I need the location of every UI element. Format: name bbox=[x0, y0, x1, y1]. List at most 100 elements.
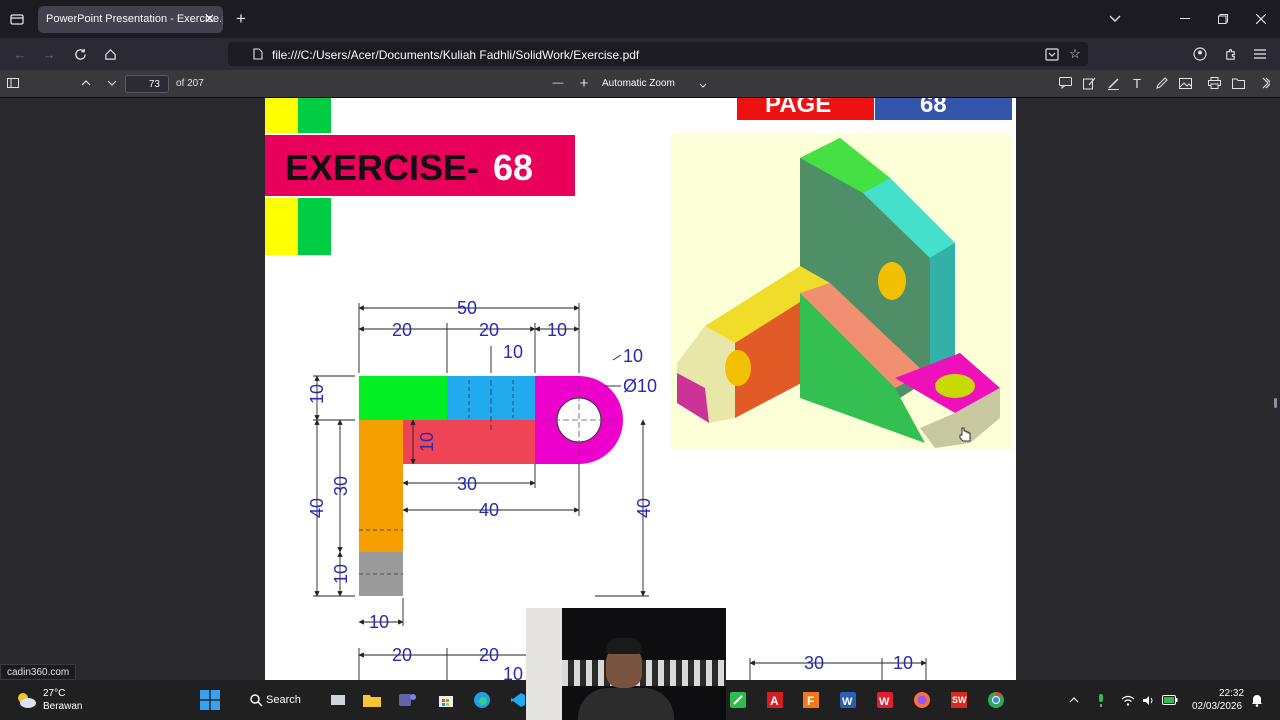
new-tab-button[interactable]: + bbox=[232, 9, 250, 28]
page-tag-label: PAGE bbox=[765, 98, 831, 118]
home-icon[interactable] bbox=[101, 45, 119, 63]
previous-page-icon[interactable] bbox=[78, 75, 94, 91]
reload-icon[interactable] bbox=[71, 45, 89, 63]
battery-icon[interactable] bbox=[1161, 692, 1179, 708]
extensions-icon[interactable] bbox=[1221, 45, 1239, 63]
page-number-input[interactable]: 73 bbox=[125, 75, 169, 93]
text-tool-icon[interactable]: T bbox=[1129, 75, 1145, 91]
scrollbar-thumb[interactable] bbox=[1274, 398, 1277, 408]
next-page-icon[interactable] bbox=[104, 75, 120, 91]
page-icon bbox=[252, 47, 264, 61]
search-icon[interactable] bbox=[248, 692, 264, 708]
exercise-word: EXERCISE- bbox=[285, 147, 479, 188]
draw-icon[interactable] bbox=[1153, 75, 1169, 91]
pdf-viewer[interactable]: EXERCISE- 68 PAGE 68 50 20 20 10 10 10 Ø… bbox=[0, 98, 1280, 680]
edge-icon[interactable] bbox=[472, 690, 492, 710]
clock-date[interactable]: 02/03/2026 bbox=[1192, 701, 1242, 712]
weather-temperature: 27°C bbox=[43, 688, 66, 699]
pdf-toolbar: 73 of 207 — + Automatic Zoom T bbox=[0, 70, 1280, 98]
edit-form-icon[interactable] bbox=[1081, 75, 1097, 91]
zoom-value: Automatic Zoom bbox=[602, 78, 675, 89]
maximize-button[interactable] bbox=[1214, 10, 1232, 28]
zoom-select[interactable]: Automatic Zoom bbox=[596, 75, 714, 93]
isometric-view bbox=[671, 133, 1011, 450]
tab-title: PowerPoint Presentation - Exercise.pdf bbox=[46, 13, 223, 25]
tab-active[interactable]: PowerPoint Presentation - Exercise.pdf ✕ bbox=[38, 6, 223, 33]
volume-icon[interactable] bbox=[1140, 692, 1156, 708]
chevron-up-icon[interactable] bbox=[1066, 692, 1082, 708]
wifi-icon[interactable] bbox=[1120, 692, 1136, 708]
green-block bbox=[298, 198, 331, 255]
account-icon[interactable] bbox=[1191, 45, 1209, 63]
store-icon[interactable] bbox=[436, 690, 456, 710]
wps-icon[interactable]: W bbox=[875, 690, 895, 710]
pdf-page: EXERCISE- 68 PAGE 68 50 20 20 10 10 10 Ø… bbox=[265, 98, 1016, 680]
dim-10-bottom-2: 10 bbox=[503, 664, 523, 680]
file-explorer-icon[interactable] bbox=[362, 690, 382, 710]
comment-icon[interactable] bbox=[1057, 75, 1073, 91]
svg-text:SW: SW bbox=[952, 695, 967, 705]
vscode-icon[interactable] bbox=[508, 690, 528, 710]
chevron-down-icon bbox=[698, 81, 708, 89]
task-view-icon[interactable] bbox=[328, 690, 348, 710]
zoom-out-button[interactable]: — bbox=[550, 75, 566, 91]
autocad-icon[interactable]: A bbox=[765, 690, 785, 710]
bookmark-star-icon[interactable]: ☆ bbox=[1066, 45, 1084, 63]
microphone-icon[interactable] bbox=[1093, 692, 1109, 708]
dim-dia10: Ø10 bbox=[623, 376, 657, 396]
dim-10-slot: 10 bbox=[503, 342, 523, 362]
dim-10-inner: 10 bbox=[417, 432, 437, 452]
dim-10-left: 10 bbox=[307, 384, 327, 404]
weather-icon[interactable] bbox=[14, 688, 38, 712]
dim-10-bottom-left: 10 bbox=[331, 564, 351, 584]
highlight-icon[interactable] bbox=[1105, 75, 1121, 91]
close-window-button[interactable] bbox=[1252, 10, 1270, 28]
weather-condition: Berawan bbox=[43, 701, 83, 712]
dim-40-mid: 40 bbox=[479, 500, 499, 520]
tab-bar: PowerPoint Presentation - Exercise.pdf ✕… bbox=[0, 0, 1280, 38]
tab-list-icon[interactable] bbox=[8, 10, 26, 28]
firefox-icon[interactable] bbox=[912, 690, 932, 710]
teams-icon[interactable] bbox=[398, 690, 418, 710]
sidebar-toggle-icon[interactable] bbox=[5, 75, 21, 91]
clock-time[interactable]: 22:32 bbox=[1219, 688, 1244, 699]
url-bar[interactable]: file:///C:/Users/Acer/Documents/Kuliah F… bbox=[228, 42, 1088, 66]
exercise-number: 68 bbox=[493, 147, 533, 188]
nav-bar: ← → file:///C:/Users/Acer/Documents/Kuli… bbox=[0, 38, 1280, 70]
solidworks-icon[interactable]: SW bbox=[949, 690, 969, 710]
chevron-down-icon[interactable] bbox=[1106, 10, 1124, 28]
green-block bbox=[298, 98, 331, 133]
svg-text:F: F bbox=[807, 694, 814, 708]
menu-icon[interactable] bbox=[1251, 45, 1269, 63]
dim-10-right: 10 bbox=[893, 653, 913, 673]
yellow-block bbox=[265, 198, 298, 255]
url-text: file:///C:/Users/Acer/Documents/Kuliah F… bbox=[272, 48, 640, 62]
dim-50: 50 bbox=[457, 298, 477, 318]
dim-30-mid: 30 bbox=[457, 474, 477, 494]
notepad-icon[interactable] bbox=[728, 690, 748, 710]
back-arrow-icon[interactable]: ← bbox=[11, 45, 29, 63]
dim-20-top: 20 bbox=[392, 320, 412, 340]
chrome-icon[interactable] bbox=[986, 690, 1006, 710]
svg-text:W: W bbox=[842, 696, 853, 708]
forward-arrow-icon[interactable]: → bbox=[40, 45, 58, 63]
print-icon[interactable] bbox=[1206, 75, 1222, 91]
word-icon[interactable]: W bbox=[838, 690, 858, 710]
tab-close-icon[interactable]: ✕ bbox=[204, 11, 215, 27]
dim-20-bottom: 20 bbox=[392, 645, 412, 665]
page-count-label: of 207 bbox=[176, 78, 204, 89]
minimize-button[interactable] bbox=[1176, 10, 1194, 28]
download-pdf-icon[interactable] bbox=[1043, 45, 1061, 63]
search-label[interactable]: Search bbox=[266, 694, 301, 706]
webcam-overlay bbox=[526, 608, 726, 720]
notification-bell-icon[interactable] bbox=[1249, 692, 1265, 708]
dim-10-bottom: 10 bbox=[369, 612, 389, 632]
save-icon[interactable] bbox=[1230, 75, 1246, 91]
exercise-drawing: EXERCISE- 68 PAGE 68 50 20 20 10 10 10 Ø… bbox=[265, 98, 1012, 680]
zoom-in-button[interactable]: + bbox=[576, 75, 592, 92]
fusion-icon[interactable]: F bbox=[801, 690, 821, 710]
more-tools-icon[interactable] bbox=[1258, 75, 1274, 91]
image-icon[interactable] bbox=[1177, 75, 1193, 91]
dim-10-top: 10 bbox=[547, 320, 567, 340]
windows-start-icon[interactable] bbox=[198, 688, 222, 712]
